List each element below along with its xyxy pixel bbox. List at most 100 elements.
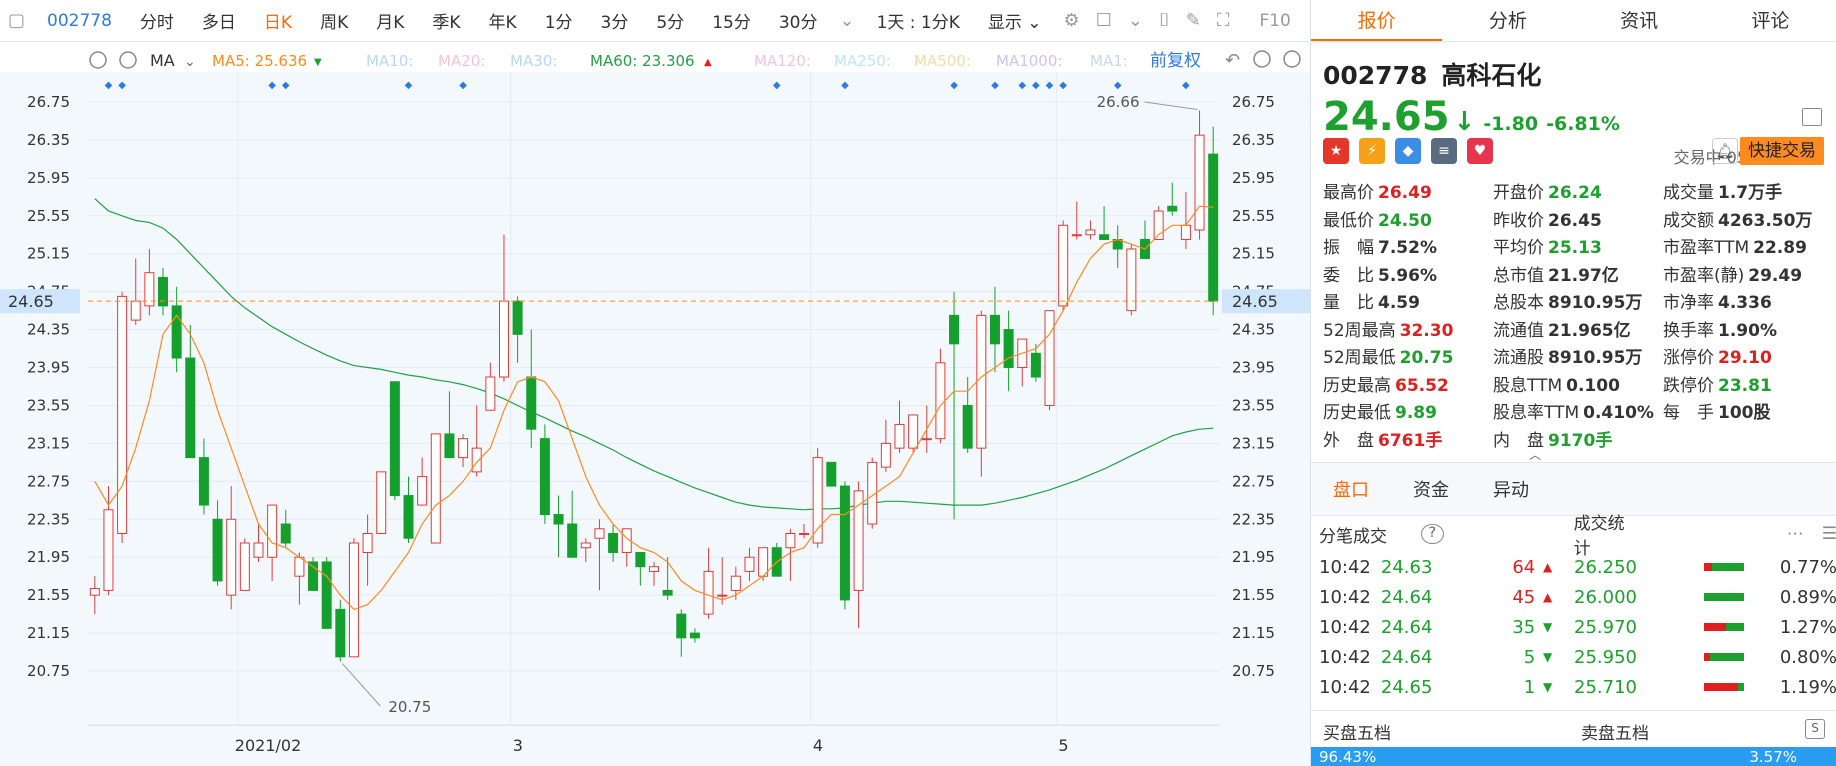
candle[interactable] <box>689 632 700 639</box>
bell-icon[interactable]: 🔔︎ <box>1712 138 1738 164</box>
event-marker-icon[interactable]: ◆ <box>268 80 276 91</box>
event-marker-icon[interactable]: ◆ <box>950 80 958 91</box>
candle[interactable] <box>976 314 987 449</box>
period-tab[interactable]: 月K <box>362 8 418 33</box>
candle[interactable] <box>280 523 291 544</box>
candle[interactable] <box>253 542 264 558</box>
candle[interactable] <box>717 594 728 597</box>
candle[interactable] <box>335 608 346 658</box>
candle[interactable] <box>949 314 960 345</box>
candle[interactable] <box>758 547 769 577</box>
period-tab[interactable]: 15分 <box>698 8 765 33</box>
candle[interactable] <box>594 528 605 539</box>
candle[interactable] <box>676 613 687 639</box>
multi-period-select[interactable]: 1天 : 1分K <box>863 8 974 33</box>
candle[interactable] <box>389 381 400 497</box>
list-icon[interactable]: ☰ <box>1822 524 1836 544</box>
event-marker-icon[interactable]: ◆ <box>459 80 467 91</box>
candle[interactable] <box>567 523 578 558</box>
period-tab[interactable]: 年K <box>475 8 531 33</box>
candle[interactable] <box>989 314 1000 345</box>
camera-icon[interactable]: ⌷ <box>1159 10 1170 31</box>
period-tab[interactable]: 周K <box>306 8 362 33</box>
candle[interactable] <box>348 542 359 658</box>
kline-chart[interactable]: MA ⌄ MA5: 25.636 ▼ MA10: MA20: MA30: MA60: 23.3… <box>0 42 1310 766</box>
candle[interactable] <box>498 300 509 378</box>
candle[interactable] <box>894 423 905 449</box>
candle[interactable] <box>744 556 755 572</box>
quote-tab[interactable]: 报价 <box>1311 0 1443 41</box>
candle[interactable] <box>239 542 250 591</box>
candle[interactable] <box>1071 234 1082 237</box>
candle[interactable] <box>198 457 209 506</box>
event-marker-icon[interactable]: ◆ <box>405 80 413 91</box>
square-icon[interactable]: ☐ <box>1096 10 1112 31</box>
candle[interactable] <box>1099 234 1110 240</box>
candle[interactable] <box>103 509 114 591</box>
candle[interactable] <box>485 376 496 411</box>
event-marker-icon[interactable]: ◆ <box>1059 80 1067 91</box>
chevron-down-icon[interactable]: ⌄ <box>839 10 854 31</box>
event-marker-icon[interactable]: ◆ <box>991 80 999 91</box>
detail-tab[interactable]: 盘口 <box>1311 476 1391 502</box>
candle[interactable] <box>648 566 660 572</box>
f10-button[interactable]: F10 <box>1245 11 1304 31</box>
quote-tab[interactable]: 评论 <box>1705 0 1836 41</box>
candle[interactable] <box>89 588 100 596</box>
candle[interactable] <box>608 533 619 553</box>
menu-icon[interactable] <box>1802 108 1822 126</box>
candle[interactable] <box>185 357 196 459</box>
candle[interactable] <box>553 514 564 525</box>
pencil-icon[interactable]: ✎ <box>1186 10 1201 31</box>
candle[interactable] <box>839 485 850 601</box>
candle[interactable] <box>908 414 919 449</box>
tag-icon[interactable]: ◆ <box>1395 138 1421 164</box>
candle[interactable] <box>826 461 837 487</box>
candle[interactable] <box>962 404 973 449</box>
period-tab[interactable]: 分时 <box>126 8 188 33</box>
candle[interactable] <box>1085 229 1096 236</box>
candle[interactable] <box>403 495 414 539</box>
event-marker-icon[interactable]: ◆ <box>105 80 113 91</box>
period-tab[interactable]: 多日 <box>188 8 250 33</box>
kline-svg[interactable]: MA ⌄ MA5: 25.636 ▼ MA10: MA20: MA30: MA60: 23.3… <box>0 42 1310 766</box>
heart-icon[interactable]: ♥ <box>1467 138 1493 164</box>
candle[interactable] <box>1194 134 1205 231</box>
period-tab[interactable]: 日K <box>250 8 306 33</box>
candle[interactable] <box>1167 205 1178 212</box>
china-flag-icon[interactable]: ★ <box>1323 138 1349 164</box>
gear-icon[interactable]: ⚙ <box>1064 10 1080 31</box>
candle[interactable] <box>117 295 128 535</box>
candle[interactable] <box>1208 153 1219 302</box>
detail-tab[interactable]: 资金 <box>1391 476 1471 502</box>
candle[interactable] <box>785 533 796 549</box>
quote-tab[interactable]: 资讯 <box>1574 0 1705 41</box>
candle[interactable] <box>730 575 741 591</box>
candle[interactable] <box>662 589 673 596</box>
lightning-icon[interactable]: ⚡ <box>1359 138 1385 164</box>
period-tab[interactable]: 季K <box>418 8 474 33</box>
candle[interactable] <box>526 376 537 430</box>
candle[interactable] <box>430 433 441 544</box>
candle[interactable] <box>1003 329 1014 369</box>
candle[interactable] <box>935 362 946 440</box>
candle[interactable] <box>362 533 373 553</box>
candle[interactable] <box>267 504 278 558</box>
candle[interactable] <box>1180 224 1191 240</box>
candle[interactable] <box>1044 310 1055 406</box>
note-icon[interactable]: ≡ <box>1431 138 1457 164</box>
candle[interactable] <box>444 433 455 459</box>
quote-tab[interactable]: 分析 <box>1442 0 1573 41</box>
candle[interactable] <box>226 518 237 596</box>
candle[interactable] <box>321 561 332 629</box>
event-marker-icon[interactable]: ◆ <box>1018 80 1026 91</box>
display-menu[interactable]: 显示 ⌄ <box>974 8 1056 33</box>
candle[interactable] <box>471 447 482 473</box>
fullscreen-icon[interactable]: ⛶ <box>1217 10 1230 31</box>
period-tab[interactable]: 3分 <box>587 8 643 33</box>
candle[interactable] <box>703 570 714 615</box>
candle[interactable] <box>539 438 550 516</box>
candle[interactable] <box>417 476 428 506</box>
candle[interactable] <box>1058 224 1069 307</box>
candle[interactable] <box>458 438 469 459</box>
